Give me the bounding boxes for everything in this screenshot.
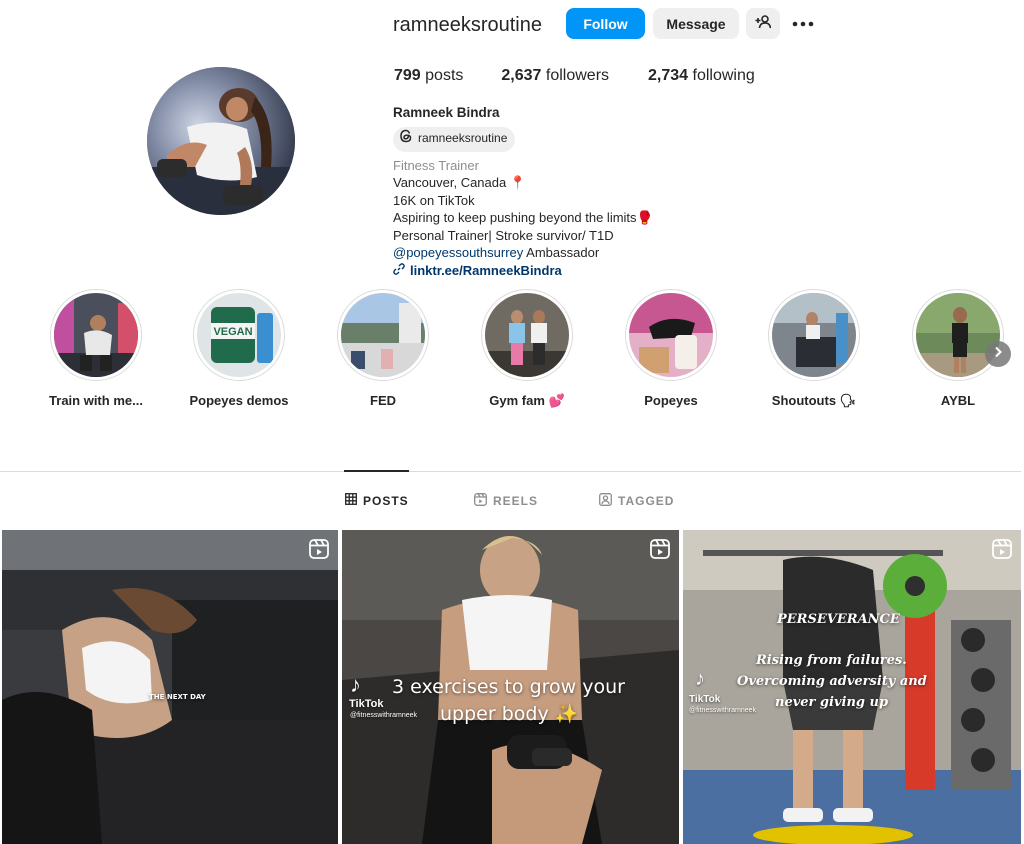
- following-link[interactable]: 2,734 following: [648, 67, 755, 85]
- reel-icon: [308, 538, 330, 560]
- more-options-button[interactable]: [790, 12, 816, 34]
- highlight-cover: [481, 289, 573, 381]
- profile-stats: 799 posts 2,637 followers 2,734 followin…: [394, 67, 793, 85]
- post-overlay-text: upper body ✨: [440, 703, 579, 725]
- reels-icon: [474, 493, 487, 509]
- tab-tagged-label: TAGGED: [618, 494, 675, 508]
- tab-reels[interactable]: REELS: [474, 493, 538, 509]
- bio-line: @popeyessouthsurrey Ambassador: [393, 244, 653, 262]
- highlight-label: AYBL: [940, 393, 976, 408]
- full-name: Ramneek Bindra: [393, 105, 500, 120]
- posts-count-label: posts: [420, 67, 464, 84]
- post-overlay-text: Rising from failures.: [756, 653, 907, 668]
- story-highlight[interactable]: FED: [323, 289, 443, 408]
- tiktok-logo-icon: ♪: [350, 672, 361, 697]
- mention-suffix: Ambassador: [523, 245, 600, 260]
- tagged-icon: [599, 493, 612, 509]
- mention-link[interactable]: @popeyessouthsurrey: [393, 245, 523, 260]
- followers-link[interactable]: 2,637 followers: [501, 67, 609, 85]
- tiktok-handle: @fitnesswithramneek: [689, 707, 757, 714]
- post-overlay-text: never giving up: [775, 695, 889, 710]
- tiktok-handle: @fitnesswithramneek: [350, 712, 418, 719]
- threads-icon: [399, 129, 413, 149]
- active-tab-indicator: [344, 470, 409, 472]
- svg-text:VEGAN: VEGAN: [213, 326, 252, 338]
- highlight-label: FED: [370, 393, 396, 408]
- highlight-cover: [625, 289, 717, 381]
- post-overlay-text: Overcoming adversity and: [737, 674, 927, 689]
- tab-posts-label: POSTS: [363, 493, 409, 508]
- bio-line: Vancouver, Canada 📍: [393, 175, 527, 190]
- bio-line: Personal Trainer| Stroke survivor/ T1D: [393, 227, 614, 243]
- bio-line: Aspiring to keep pushing beyond the limi…: [393, 210, 653, 225]
- profile-bio: Ramneek Bindra ramneeksroutine Fitness T…: [393, 104, 653, 279]
- post-tile[interactable]: ♪ TikTok @fitnesswithramneek PERSEVERANC…: [683, 530, 1021, 844]
- story-highlight[interactable]: Popeyes: [611, 289, 731, 408]
- highlight-cover: [912, 289, 1004, 381]
- posts-count-value: 799: [394, 67, 421, 84]
- highlight-label: Popeyes: [644, 393, 698, 408]
- post-overlay-text: 3 exercises to grow your: [392, 676, 625, 698]
- more-icon: [792, 14, 814, 32]
- reel-icon: [991, 538, 1013, 560]
- message-button[interactable]: Message: [653, 8, 739, 39]
- threads-handle: ramneeksroutine: [418, 131, 508, 146]
- follow-button[interactable]: Follow: [566, 8, 645, 39]
- post-tile[interactable]: THE NEXT DAY: [2, 530, 338, 844]
- tiktok-wordmark: TikTok: [349, 698, 384, 710]
- story-highlight[interactable]: VEGAN Popeyes demos: [179, 289, 299, 408]
- highlight-cover: [50, 289, 142, 381]
- story-highlight[interactable]: Gym fam 💕: [467, 289, 587, 409]
- highlight-label: Popeyes demos: [189, 393, 289, 408]
- highlight-cover: [768, 289, 860, 381]
- tabs-divider: [0, 471, 1021, 472]
- following-count-value: 2,734: [648, 67, 689, 84]
- story-highlight[interactable]: Train with me...: [36, 289, 156, 408]
- highlight-label: Gym fam 💕: [489, 393, 565, 408]
- tab-reels-label: REELS: [493, 494, 539, 508]
- chevron-right-icon: [993, 345, 1003, 363]
- story-highlight[interactable]: Shoutouts 🗣: [754, 289, 874, 409]
- external-link[interactable]: linktr.ee/RamneekBindra: [393, 262, 653, 280]
- grid-icon: [345, 493, 357, 508]
- tiktok-logo-icon: ♪: [695, 668, 705, 690]
- post-overlay-title: PERSEVERANCE: [777, 612, 900, 627]
- post-tile[interactable]: ♪ TikTok @fitnesswithramneek 3 exercises…: [342, 530, 679, 844]
- tiktok-wordmark: TikTok: [689, 694, 721, 705]
- highlight-label: Shoutouts 🗣: [771, 393, 857, 408]
- following-count-label: following: [688, 67, 755, 84]
- posts-count: 799 posts: [394, 67, 463, 85]
- profile-category: Fitness Trainer: [393, 157, 479, 173]
- add-user-icon: [755, 14, 772, 33]
- threads-badge[interactable]: ramneeksroutine: [393, 126, 516, 152]
- highlights-next-button[interactable]: [985, 341, 1011, 367]
- tab-posts[interactable]: POSTS: [345, 493, 409, 508]
- followers-count-value: 2,637: [501, 67, 542, 84]
- highlight-cover: VEGAN: [193, 289, 285, 381]
- link-text: linktr.ee/RamneekBindra: [410, 262, 562, 278]
- profile-username: ramneeksroutine: [393, 14, 542, 36]
- followers-count-label: followers: [541, 67, 610, 84]
- highlight-cover: [337, 289, 429, 381]
- highlight-label: Train with me...: [49, 393, 143, 408]
- suggested-users-button[interactable]: [746, 8, 780, 39]
- post-overlay-text: THE NEXT DAY: [149, 693, 206, 701]
- bio-line: 16K on TikTok: [393, 192, 475, 208]
- tab-tagged[interactable]: TAGGED: [599, 493, 674, 509]
- profile-avatar[interactable]: [147, 67, 295, 215]
- link-icon: [393, 262, 405, 280]
- reel-icon: [649, 538, 671, 560]
